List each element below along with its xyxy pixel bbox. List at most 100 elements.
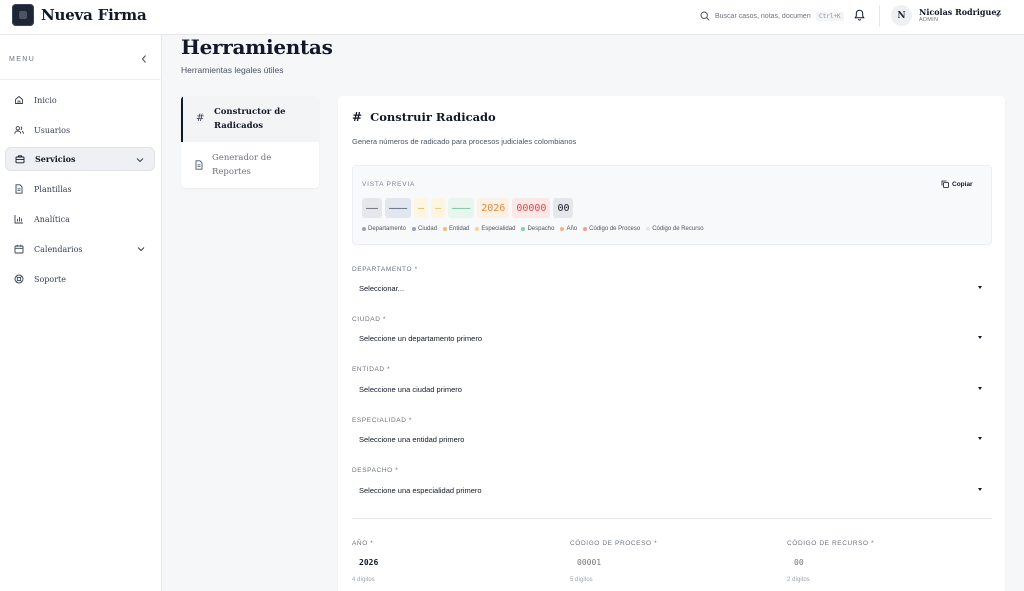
year-hint: 4 dígitos <box>352 577 375 583</box>
especialidad-label: ESPECIALIDAD * <box>352 417 413 424</box>
entidad-select[interactable]: Seleccione una ciudad primero <box>352 380 992 398</box>
top-bar: Nueva Firma Ctrl+K N Nicolas Rodriguez A… <box>0 0 1024 35</box>
sidebar-item-label: Inicio <box>34 95 57 105</box>
entidad-label: ENTIDAD * <box>352 366 391 373</box>
sidebar-item-calendarios[interactable]: Calendarios <box>5 237 155 261</box>
legend-label: Código de Recurso <box>652 226 704 232</box>
builder-title: # Construir Radicado <box>352 110 496 124</box>
sidebar-item-servicios[interactable]: Servicios <box>5 147 155 171</box>
search-input[interactable] <box>715 12 811 20</box>
search-icon <box>700 11 710 21</box>
calendar-icon <box>14 244 24 254</box>
user-name[interactable]: Nicolas Rodriguez <box>919 7 1001 17</box>
sidebar-divider <box>0 79 162 80</box>
year-label: AÑO * <box>352 540 374 547</box>
tool-label: Constructor de Radicados <box>214 107 286 131</box>
departamento-select[interactable]: Seleccionar... <box>352 279 992 297</box>
bar-chart-icon <box>14 215 23 224</box>
tool-generador-reportes[interactable]: Generador de Reportes <box>181 142 319 188</box>
preview-panel: VISTA PREVIA Copiar —— ——— — — ——— 2026 00000 0… <box>352 165 992 245</box>
file-text-icon <box>195 160 203 170</box>
departamento-label: DEPARTAMENTO * <box>352 266 418 273</box>
legend-dot <box>646 227 651 231</box>
radicado-segment: 00000 <box>512 198 551 218</box>
sidebar-item-analitica[interactable]: Analítica <box>5 207 155 231</box>
avatar[interactable]: N <box>891 5 912 26</box>
legend-label: Despacho <box>527 226 555 232</box>
legend-label: Especialidad <box>481 226 516 232</box>
legend-label: Ciudad <box>418 226 438 232</box>
legend-item: Departamento <box>362 226 406 232</box>
select-value: Seleccione una entidad primero <box>359 434 465 444</box>
tool-constructor-radicados[interactable]: # Constructor de Radicados <box>181 96 319 142</box>
chevron-down-icon[interactable] <box>136 157 144 163</box>
caret-down-icon <box>978 286 982 289</box>
caret-down-icon <box>978 488 982 491</box>
hash-icon: # <box>352 110 363 124</box>
app-logo[interactable] <box>12 4 34 26</box>
sidebar-item-inicio[interactable]: Inicio <box>5 88 155 112</box>
preview-label: VISTA PREVIA <box>362 181 416 188</box>
legend-dot <box>443 227 448 231</box>
chevron-down-icon[interactable] <box>994 12 1002 18</box>
page-subtitle: Herramientas legales útiles <box>181 65 284 75</box>
process-code-hint: 5 dígitos <box>570 577 593 583</box>
appeal-code-input[interactable] <box>787 554 983 570</box>
sidebar-item-label: Servicios <box>35 154 76 164</box>
support-icon <box>14 274 24 284</box>
legend-dot <box>560 227 565 231</box>
segment-legend: Departamento Ciudad Entidad Especialidad Des… <box>362 226 704 232</box>
search-shortcut: Ctrl+K <box>816 11 844 21</box>
legend-dot <box>412 227 417 231</box>
legend-item: Año <box>560 226 577 232</box>
appeal-code-label: CÓDIGO DE RECURSO * <box>787 540 875 547</box>
caret-down-icon <box>978 336 982 339</box>
radicado-segments: —— ——— — — ——— 2026 00000 00 <box>362 198 574 218</box>
sidebar-item-plantillas[interactable]: Plantillas <box>5 177 155 201</box>
user-role: ADMIN <box>919 17 939 23</box>
sidebar-item-label: Plantillas <box>34 184 72 194</box>
radicado-segment: — <box>414 198 429 218</box>
section-divider <box>352 518 992 519</box>
despacho-select[interactable]: Seleccione una especialidad primero <box>352 481 992 499</box>
page-title: Herramientas <box>181 35 333 59</box>
sidebar-item-label: Analítica <box>34 214 70 224</box>
appeal-code-hint: 2 dígitos <box>787 577 810 583</box>
copy-button[interactable]: Copiar <box>941 180 973 188</box>
ciudad-select[interactable]: Seleccione un departamento primero <box>352 329 992 347</box>
legend-item: Código de Recurso <box>646 226 704 232</box>
sidebar-item-usuarios[interactable]: Usuarios <box>5 118 155 142</box>
legend-label: Año <box>566 226 578 232</box>
select-value: Seleccione una ciudad primero <box>359 384 462 394</box>
file-icon <box>15 184 23 194</box>
especialidad-select[interactable]: Seleccione una entidad primero <box>352 430 992 448</box>
tool-label: Generador de Reportes <box>212 153 272 177</box>
despacho-label: DESPACHO * <box>352 467 399 474</box>
search-bar[interactable]: Ctrl+K <box>700 9 844 23</box>
app-title: Nueva Firma <box>41 6 147 24</box>
select-value: Seleccionar... <box>359 283 405 293</box>
legend-dot <box>521 227 526 231</box>
legend-item: Ciudad <box>412 226 437 232</box>
year-input[interactable] <box>352 554 548 570</box>
sidebar-item-label: Soporte <box>34 274 67 284</box>
sidebar-item-soporte[interactable]: Soporte <box>5 267 155 291</box>
hash-icon: # <box>196 113 205 124</box>
select-value: Seleccione un departamento primero <box>359 333 482 343</box>
bell-icon[interactable] <box>854 9 865 21</box>
chevron-down-icon[interactable] <box>137 246 145 252</box>
topbar-divider <box>879 5 880 27</box>
radicado-segment: — <box>431 198 446 218</box>
collapse-sidebar-icon[interactable] <box>140 54 148 64</box>
sidebar: MENU Inicio Usuarios Servicios Plantilla… <box>0 35 162 591</box>
process-code-input[interactable] <box>570 554 766 570</box>
caret-down-icon <box>978 437 982 440</box>
sidebar-item-label: Usuarios <box>34 125 71 135</box>
builder-title-text: Construir Radicado <box>370 110 496 124</box>
process-code-label: CÓDIGO DE PROCESO * <box>570 540 658 547</box>
caret-down-icon <box>978 387 982 390</box>
radicado-segment: ——— <box>385 198 412 218</box>
legend-dot <box>362 227 366 231</box>
legend-label: Código de Proceso <box>589 226 641 232</box>
builder-card: # Construir Radicado Genera números de r… <box>338 96 1005 591</box>
